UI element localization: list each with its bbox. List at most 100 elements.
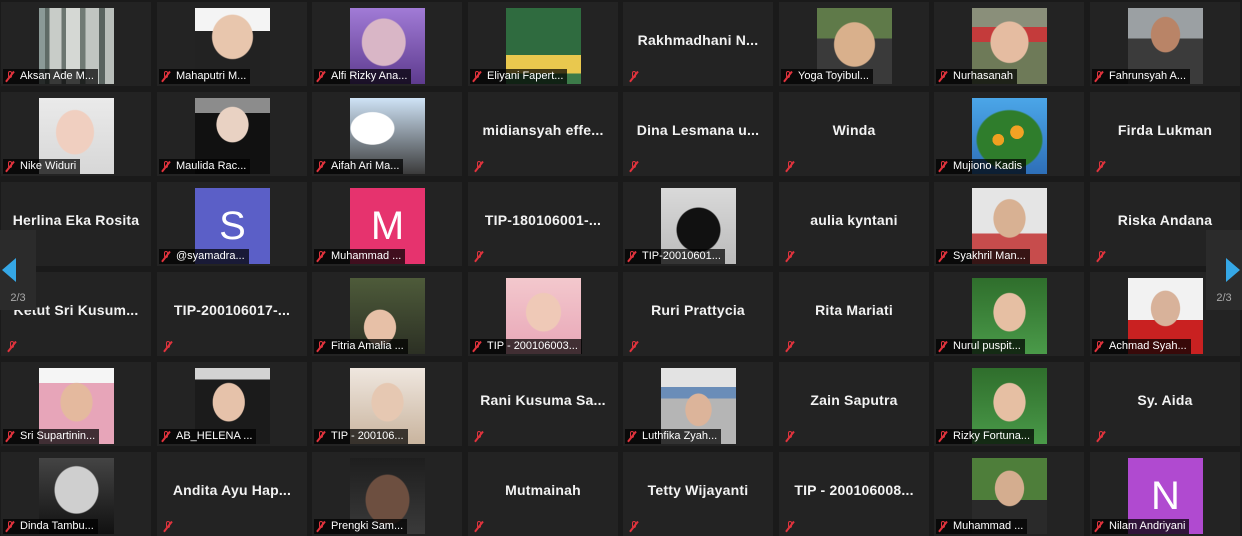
- participant-tile[interactable]: Aksan Ade M...: [1, 2, 151, 86]
- participant-tile[interactable]: Nike Widuri: [1, 92, 151, 176]
- participant-name-label: Dinda Tambu...: [3, 519, 98, 534]
- participant-name: Eliyani Fapert...: [487, 70, 564, 82]
- muted-mic-icon: [159, 70, 173, 83]
- participant-tile[interactable]: Rani Kusuma Sa...: [468, 362, 618, 446]
- participant-tile[interactable]: TIP-20010601...: [623, 182, 773, 266]
- participant-name: TIP-200106017-...: [173, 302, 291, 318]
- participant-name: Firda Lukman: [1117, 122, 1213, 138]
- participant-name: Aifah Ari Ma...: [331, 160, 400, 172]
- muted-mic-icon: [3, 160, 17, 173]
- participant-tile[interactable]: S @syamadra...: [157, 182, 307, 266]
- participant-name: Mujiono Kadis: [953, 160, 1023, 172]
- participant-name: Mahaputri M...: [176, 70, 247, 82]
- participant-tile[interactable]: Alfi Rizky Ana...: [312, 2, 462, 86]
- participant-tile[interactable]: TIP - 200106008...: [779, 452, 929, 536]
- participant-name: Fahrunsyah A...: [1109, 70, 1187, 82]
- participant-name: Winda: [832, 122, 876, 138]
- participant-tile[interactable]: Andita Ayu Hap...: [157, 452, 307, 536]
- participant-tile[interactable]: Prengki Sam...: [312, 452, 462, 536]
- left-arrow-icon: [2, 258, 16, 282]
- previous-page-button[interactable]: 2/3: [0, 230, 36, 310]
- muted-mic-icon: [625, 430, 639, 443]
- participant-tile[interactable]: Nurhasanah: [934, 2, 1084, 86]
- participant-tile[interactable]: Nurul puspit...: [934, 272, 1084, 356]
- participant-tile[interactable]: Sri Supartinin...: [1, 362, 151, 446]
- participant-name: Aksan Ade M...: [20, 70, 94, 82]
- participant-name-label: Luthfika Zyah...: [625, 429, 722, 444]
- muted-mic-icon: [159, 430, 173, 443]
- participant-tile[interactable]: Ruri Prattycia: [623, 272, 773, 356]
- muted-mic-icon: [472, 430, 486, 443]
- participant-tile[interactable]: Mutmainah: [468, 452, 618, 536]
- participant-name-label: Aifah Ari Ma...: [314, 159, 404, 174]
- participant-name-label: TIP-20010601...: [625, 249, 725, 264]
- participant-tile[interactable]: Mahaputri M...: [157, 2, 307, 86]
- participant-tile[interactable]: Firda Lukman: [1090, 92, 1240, 176]
- participant-tile[interactable]: Zain Saputra: [779, 362, 929, 446]
- participant-name: Andita Ayu Hap...: [172, 482, 292, 498]
- participant-name-label: Mahaputri M...: [159, 69, 251, 84]
- participant-tile[interactable]: Maulida Rac...: [157, 92, 307, 176]
- participant-name-label: Fitria Amalia ...: [314, 339, 408, 354]
- participant-name-label: Muhammad ...: [314, 249, 406, 264]
- participant-tile[interactable]: Muhammad ...: [934, 452, 1084, 536]
- participant-name: Achmad Syah...: [1109, 340, 1187, 352]
- muted-mic-icon: [936, 430, 950, 443]
- participant-tile[interactable]: Tetty Wijayanti: [623, 452, 773, 536]
- participant-gallery: Aksan Ade M... Mahaputri M... Alfi Rizky A…: [0, 0, 1242, 536]
- participant-name-label: AB_HELENA ...: [159, 429, 257, 444]
- participant-name: TIP - 200106003...: [487, 340, 578, 352]
- participant-tile[interactable]: midiansyah effe...: [468, 92, 618, 176]
- participant-tile[interactable]: Sy. Aida: [1090, 362, 1240, 446]
- participant-tile[interactable]: Mujiono Kadis: [934, 92, 1084, 176]
- participant-tile[interactable]: Fitria Amalia ...: [312, 272, 462, 356]
- participant-tile[interactable]: TIP - 200106...: [312, 362, 462, 446]
- participant-tile[interactable]: AB_HELENA ...: [157, 362, 307, 446]
- participant-tile[interactable]: TIP-180106001-...: [468, 182, 618, 266]
- muted-mic-icon: [783, 430, 797, 443]
- participant-name-label: Nurul puspit...: [936, 339, 1025, 354]
- page-indicator-left: 2/3: [10, 292, 26, 304]
- participant-tile[interactable]: Dinda Tambu...: [1, 452, 151, 536]
- muted-mic-icon: [314, 430, 328, 443]
- participant-tile[interactable]: TIP - 200106003...: [468, 272, 618, 356]
- muted-mic-icon: [627, 70, 641, 83]
- participant-tile[interactable]: Luthfika Zyah...: [623, 362, 773, 446]
- muted-mic-icon: [1094, 430, 1108, 443]
- participant-name-label: Nilam Andriyani: [1092, 519, 1190, 534]
- participant-name: Sy. Aida: [1137, 392, 1193, 408]
- participant-name: Yoga Toyibul...: [798, 70, 869, 82]
- participant-tile[interactable]: aulia kyntani: [779, 182, 929, 266]
- participant-name-label: @syamadra...: [159, 249, 249, 264]
- participant-name: Fitria Amalia ...: [331, 340, 404, 352]
- page-indicator-right: 2/3: [1216, 292, 1232, 304]
- participant-tile[interactable]: Rakhmadhani N...: [623, 2, 773, 86]
- participant-tile[interactable]: Aifah Ari Ma...: [312, 92, 462, 176]
- participant-tile[interactable]: Yoga Toyibul...: [779, 2, 929, 86]
- participant-name: Sri Supartinin...: [20, 430, 96, 442]
- muted-mic-icon: [3, 520, 17, 533]
- muted-mic-icon: [161, 340, 175, 353]
- muted-mic-icon: [472, 520, 486, 533]
- participant-tile[interactable]: M Muhammad ...: [312, 182, 462, 266]
- participant-name: Nilam Andriyani: [1109, 520, 1186, 532]
- muted-mic-icon: [3, 430, 17, 443]
- participant-name: TIP - 200106008...: [794, 482, 914, 498]
- participant-name: Nike Widuri: [20, 160, 77, 172]
- participant-name-label: TIP - 200106...: [314, 429, 408, 444]
- participant-tile[interactable]: TIP-200106017-...: [157, 272, 307, 356]
- participant-tile[interactable]: Rita Mariati: [779, 272, 929, 356]
- participant-tile[interactable]: Dina Lesmana u...: [623, 92, 773, 176]
- participant-tile[interactable]: Eliyani Fapert...: [468, 2, 618, 86]
- muted-mic-icon: [1092, 520, 1106, 533]
- participant-name-label: Nike Widuri: [3, 159, 81, 174]
- participant-tile[interactable]: Syakhril Man...: [934, 182, 1084, 266]
- participant-tile[interactable]: N Nilam Andriyani: [1090, 452, 1240, 536]
- participant-tile[interactable]: Rizky Fortuna...: [934, 362, 1084, 446]
- participant-name-label: Muhammad ...: [936, 519, 1028, 534]
- next-page-button[interactable]: 2/3: [1206, 230, 1242, 310]
- participant-tile[interactable]: Winda: [779, 92, 929, 176]
- muted-mic-icon: [783, 340, 797, 353]
- participant-tile[interactable]: Fahrunsyah A...: [1090, 2, 1240, 86]
- participant-name: Herlina Eka Rosita: [12, 212, 140, 228]
